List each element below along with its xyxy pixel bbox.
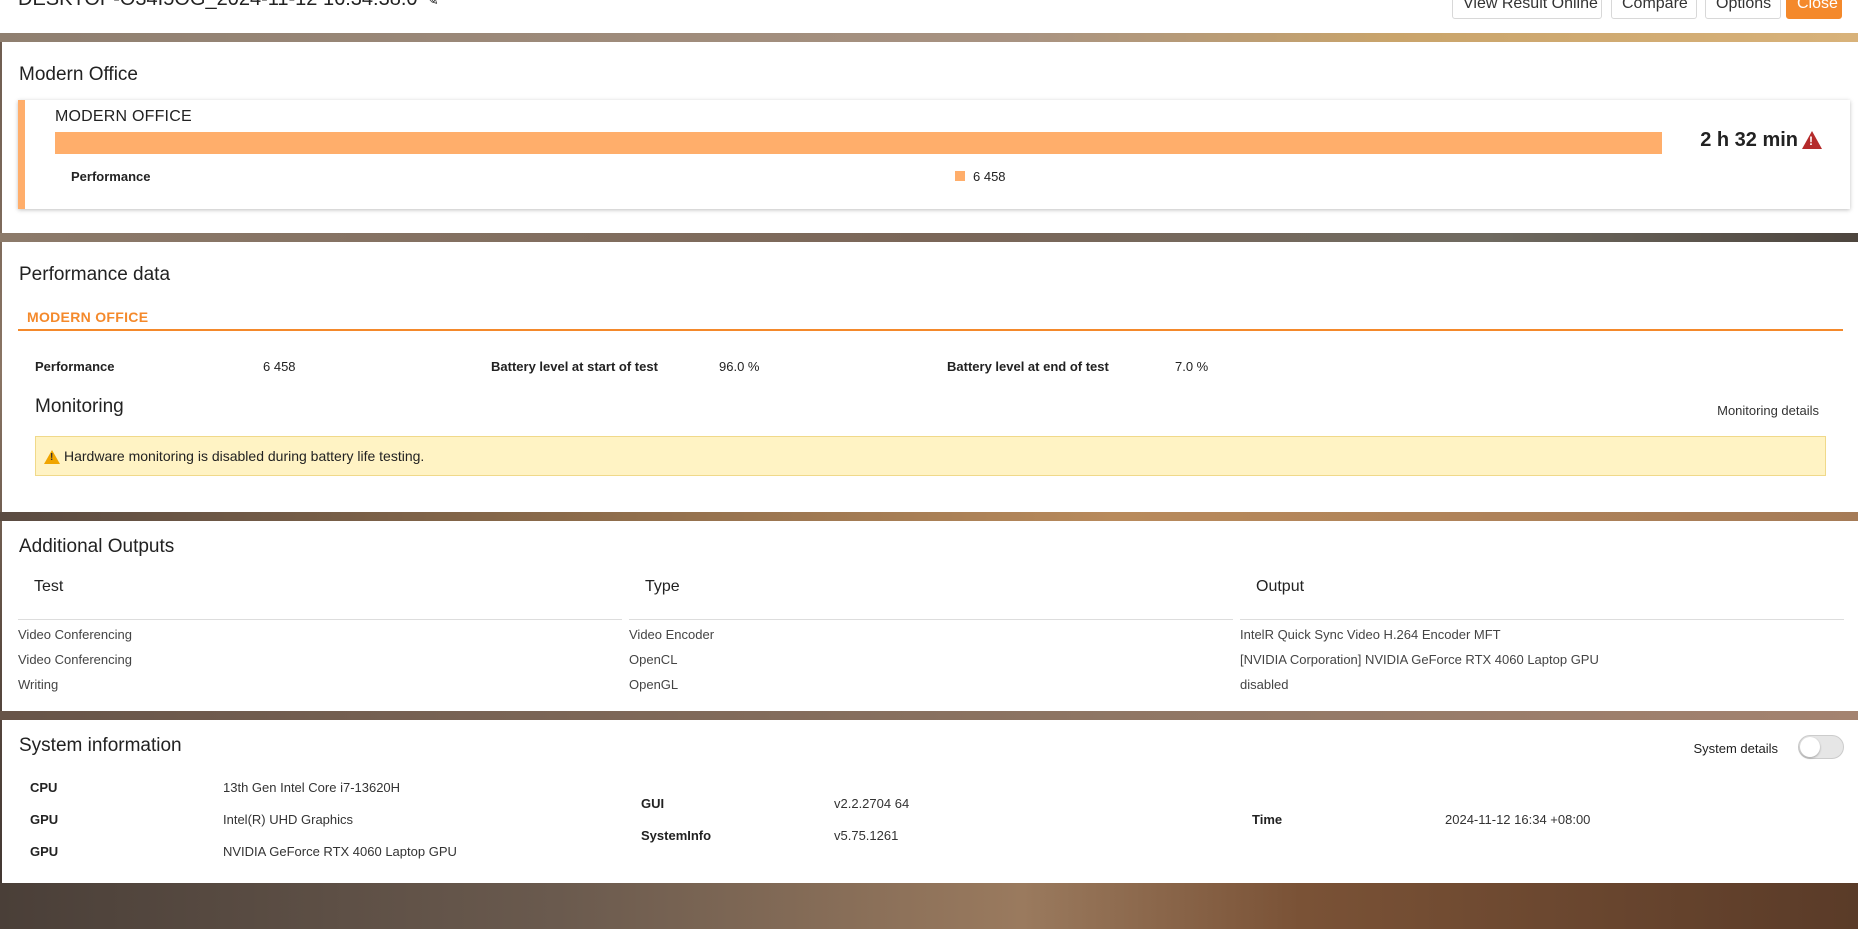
- table-cell: IntelR Quick Sync Video H.264 Encoder MF…: [1240, 627, 1501, 642]
- toggle-knob: [1800, 737, 1820, 757]
- sysinfo-value: v5.75.1261: [834, 828, 899, 843]
- sysinfo-value: NVIDIA GeForce RTX 4060 Laptop GPU: [223, 844, 457, 859]
- monitoring-title: Monitoring: [35, 396, 124, 417]
- table-cell: OpenGL: [629, 677, 679, 692]
- table-cell: Video Conferencing: [18, 652, 132, 667]
- summary-card: Modern Office MODERN OFFICE 2 h 32 min P…: [2, 42, 1858, 233]
- table-cell: OpenCL: [629, 652, 678, 667]
- system-details-toggle[interactable]: [1798, 735, 1844, 759]
- column-divider: [18, 619, 622, 620]
- monitoring-details-link[interactable]: Monitoring details: [1717, 403, 1819, 418]
- tab-modern-office[interactable]: MODERN OFFICE: [27, 309, 148, 325]
- performance-row-value: 6 458: [973, 169, 1006, 184]
- monitoring-alert-text: Hardware monitoring is disabled during b…: [64, 448, 425, 464]
- sysinfo-label: GUI: [641, 796, 665, 811]
- metric-label: Battery level at start of test: [491, 359, 658, 374]
- run-title-text: DESKTOP-O34I5OG_2024-11-12 16:34:38.0: [18, 0, 418, 10]
- score-box: MODERN OFFICE 2 h 32 min Performance 6 4…: [18, 100, 1850, 209]
- sysinfo-value: 13th Gen Intel Core i7-13620H: [223, 780, 401, 795]
- run-title[interactable]: DESKTOP-O34I5OG_2024-11-12 16:34:38.0 ✎: [18, 0, 439, 11]
- sysinfo-label: Time: [1252, 812, 1283, 827]
- tab-underline: [18, 329, 1843, 331]
- performance-data-title: Performance data: [19, 264, 171, 285]
- background-strip: [0, 233, 1858, 242]
- table-cell: disabled: [1240, 677, 1289, 692]
- table-cell: Writing: [18, 677, 59, 692]
- metric-label: Battery level at end of test: [947, 359, 1109, 374]
- test-name: MODERN OFFICE: [55, 108, 192, 125]
- sysinfo-value: 2024-11-12 16:34 +08:00: [1445, 812, 1591, 827]
- close-button[interactable]: Close: [1786, 0, 1842, 19]
- options-button[interactable]: Options: [1705, 0, 1781, 19]
- background-strip: [0, 711, 1858, 720]
- table-cell: Video Encoder: [629, 627, 715, 642]
- sysinfo-value: Intel(R) UHD Graphics: [223, 812, 354, 827]
- sysinfo-label: GPU: [30, 844, 59, 859]
- sysinfo-label: CPU: [30, 780, 58, 795]
- column-divider: [629, 619, 1233, 620]
- score-result-text: 2 h 32 min: [1700, 129, 1798, 151]
- column-header-output: Output: [1256, 578, 1305, 595]
- table-cell: [NVIDIA Corporation] NVIDIA GeForce RTX …: [1240, 652, 1599, 667]
- summary-section-title: Modern Office: [19, 64, 138, 85]
- background-strip: [0, 512, 1858, 521]
- system-details-label: System details: [1693, 741, 1778, 756]
- result-header: DESKTOP-O34I5OG_2024-11-12 16:34:38.0 ✎ V…: [0, 0, 1858, 33]
- background-image: [0, 883, 1858, 929]
- warning-icon[interactable]: [1802, 131, 1822, 149]
- sysinfo-label: GPU: [30, 812, 59, 827]
- sysinfo-value: v2.2.2704 64: [834, 796, 910, 811]
- view-result-online-button[interactable]: View Result Online: [1452, 0, 1602, 19]
- metric-value: 6 458: [263, 359, 296, 374]
- column-header-test: Test: [34, 578, 64, 595]
- metric-value: 7.0 %: [1175, 359, 1209, 374]
- additional-outputs-title: Additional Outputs: [19, 536, 175, 557]
- metric-value: 96.0 %: [719, 359, 760, 374]
- metric-label: Performance: [35, 359, 115, 374]
- performance-row-label: Performance: [71, 169, 151, 184]
- background-strip: [0, 33, 1858, 42]
- score-bar: [55, 132, 1662, 154]
- compare-button[interactable]: Compare: [1611, 0, 1697, 19]
- additional-outputs-card: Additional Outputs: [2, 521, 1858, 711]
- column-divider: [1240, 619, 1844, 620]
- column-header-type: Type: [645, 578, 680, 595]
- legend-swatch: [955, 171, 965, 181]
- monitoring-alert: Hardware monitoring is disabled during b…: [35, 436, 1826, 476]
- score-result: 2 h 32 min: [1700, 128, 1822, 152]
- table-cell: Video Conferencing: [18, 627, 132, 642]
- system-information-title: System information: [19, 735, 182, 756]
- edit-pencil-icon[interactable]: ✎: [426, 0, 439, 10]
- sysinfo-label: SystemInfo: [641, 828, 712, 843]
- warning-icon: [44, 450, 60, 464]
